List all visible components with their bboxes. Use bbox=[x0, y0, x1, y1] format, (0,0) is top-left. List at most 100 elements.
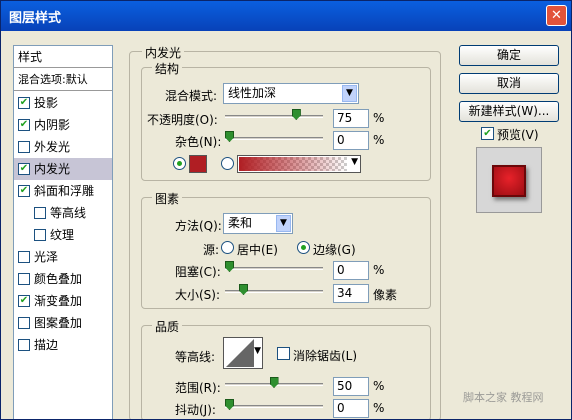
antialias-checkbox[interactable] bbox=[277, 347, 290, 360]
style-item-10[interactable]: 图案叠加 bbox=[14, 312, 112, 334]
style-item-label: 等高线 bbox=[50, 206, 87, 220]
close-button[interactable]: ✕ bbox=[546, 5, 567, 26]
style-item-label: 颜色叠加 bbox=[34, 272, 83, 286]
style-item-5[interactable]: 等高线 bbox=[14, 202, 112, 224]
jitter-label: 抖动(J): bbox=[175, 403, 216, 417]
jitter-slider-track[interactable] bbox=[225, 405, 323, 408]
quality-title: 品质 bbox=[152, 318, 183, 335]
blend-mode-value: 线性加深 bbox=[228, 86, 277, 100]
chevron-down-icon: ▼ bbox=[351, 157, 358, 167]
cancel-button[interactable]: 取消 bbox=[459, 73, 559, 94]
style-preview-box bbox=[476, 147, 542, 213]
style-item-checkbox[interactable]: ✔ bbox=[18, 119, 30, 131]
style-item-checkbox[interactable] bbox=[18, 339, 30, 351]
style-item-checkbox[interactable]: ✔ bbox=[18, 185, 30, 197]
style-item-checkbox[interactable] bbox=[34, 229, 46, 241]
style-item-checkbox[interactable] bbox=[18, 273, 30, 285]
jitter-input[interactable]: 0 bbox=[333, 399, 369, 418]
opacity-label: 不透明度(O): bbox=[147, 113, 218, 127]
noise-label: 杂色(N): bbox=[175, 135, 222, 149]
style-item-4[interactable]: ✔ 斜面和浮雕 bbox=[14, 180, 112, 202]
range-label: 范围(R): bbox=[175, 381, 221, 395]
chevron-down-icon: ▼ bbox=[342, 85, 357, 102]
opacity-slider-track[interactable] bbox=[225, 115, 323, 118]
style-item-9[interactable]: ✔ 渐变叠加 bbox=[14, 290, 112, 312]
method-label: 方法(Q): bbox=[175, 219, 222, 233]
elements-title: 图素 bbox=[152, 190, 183, 207]
style-item-0[interactable]: ✔ 投影 bbox=[14, 92, 112, 114]
noise-input[interactable]: 0 bbox=[333, 131, 369, 150]
window-title: 图层样式 bbox=[9, 11, 62, 26]
glow-color-swatch[interactable] bbox=[189, 155, 207, 173]
style-item-label: 光泽 bbox=[34, 250, 59, 264]
source-center-label: 居中(E) bbox=[237, 243, 278, 257]
method-value: 柔和 bbox=[228, 216, 253, 230]
jitter-percent: % bbox=[373, 401, 385, 415]
ok-button[interactable]: 确定 bbox=[459, 45, 559, 66]
style-item-3[interactable]: ✔ 内发光 bbox=[14, 158, 112, 180]
choke-percent: % bbox=[373, 263, 385, 277]
watermark: 脚本之家 教程网 bbox=[463, 391, 544, 404]
range-percent: % bbox=[373, 379, 385, 393]
style-item-checkbox[interactable] bbox=[18, 317, 30, 329]
style-item-1[interactable]: ✔ 内阴影 bbox=[14, 114, 112, 136]
blend-options-item[interactable]: 混合选项:默认 bbox=[14, 69, 112, 91]
method-select[interactable]: 柔和 ▼ bbox=[223, 213, 293, 234]
contour-picker[interactable]: ▼ bbox=[223, 337, 263, 369]
layer-style-dialog: 图层样式 ✕ 样式 混合选项:默认 ✔ 投影 ✔ 内阴影外发光 ✔ 内发光 ✔ 斜面和浮雕等高… bbox=[0, 0, 572, 420]
style-item-8[interactable]: 颜色叠加 bbox=[14, 268, 112, 290]
choke-slider-track[interactable] bbox=[225, 267, 323, 270]
range-input[interactable]: 50 bbox=[333, 377, 369, 396]
style-item-checkbox[interactable] bbox=[18, 251, 30, 263]
style-item-checkbox[interactable]: ✔ bbox=[18, 163, 30, 175]
size-input[interactable]: 34 bbox=[333, 284, 369, 303]
inner-glow-title: 内发光 bbox=[142, 44, 185, 61]
source-label: 源: bbox=[203, 243, 220, 257]
noise-percent: % bbox=[373, 133, 385, 147]
style-item-6[interactable]: 纹理 bbox=[14, 224, 112, 246]
choke-label: 阻塞(C): bbox=[175, 265, 221, 279]
size-label: 大小(S): bbox=[175, 288, 221, 302]
style-item-label: 描边 bbox=[34, 338, 59, 352]
choke-input[interactable]: 0 bbox=[333, 261, 369, 280]
chevron-down-icon: ▼ bbox=[254, 346, 261, 356]
style-item-7[interactable]: 光泽 bbox=[14, 246, 112, 268]
chevron-down-icon: ▼ bbox=[276, 215, 291, 232]
preview-checkbox[interactable]: ✔ bbox=[481, 127, 494, 140]
source-edge-radio[interactable] bbox=[297, 241, 310, 254]
style-item-checkbox[interactable] bbox=[34, 207, 46, 219]
style-item-11[interactable]: 描边 bbox=[14, 334, 112, 356]
opacity-percent: % bbox=[373, 111, 385, 125]
style-item-checkbox[interactable]: ✔ bbox=[18, 295, 30, 307]
style-item-checkbox[interactable] bbox=[18, 141, 30, 153]
opacity-input[interactable]: 75 bbox=[333, 109, 369, 128]
style-item-label: 投影 bbox=[34, 96, 59, 110]
style-item-label: 外发光 bbox=[34, 140, 71, 154]
noise-slider-track[interactable] bbox=[225, 137, 323, 140]
new-style-button[interactable]: 新建样式(W)... bbox=[459, 101, 559, 122]
source-edge-label: 边缘(G) bbox=[313, 243, 356, 257]
contour-curve-icon bbox=[226, 339, 254, 367]
gradient-preview bbox=[239, 157, 347, 171]
style-item-label: 斜面和浮雕 bbox=[34, 184, 95, 198]
styles-header[interactable]: 样式 bbox=[14, 46, 112, 68]
gradient-radio[interactable] bbox=[221, 157, 234, 170]
contour-label: 等高线: bbox=[175, 350, 216, 364]
style-item-label: 图案叠加 bbox=[34, 316, 83, 330]
solid-color-radio[interactable] bbox=[173, 157, 186, 170]
blend-mode-select[interactable]: 线性加深 ▼ bbox=[223, 83, 359, 104]
preview-label: 预览(V) bbox=[497, 128, 539, 142]
style-item-checkbox[interactable]: ✔ bbox=[18, 97, 30, 109]
blend-mode-label: 混合模式: bbox=[165, 89, 218, 103]
style-preview-swatch bbox=[492, 165, 526, 197]
gradient-picker[interactable]: ▼ bbox=[237, 155, 361, 173]
style-item-label: 内阴影 bbox=[34, 118, 71, 132]
structure-title: 结构 bbox=[152, 60, 183, 77]
antialias-label: 消除锯齿(L) bbox=[293, 349, 358, 363]
style-item-label: 内发光 bbox=[34, 162, 71, 176]
style-item-2[interactable]: 外发光 bbox=[14, 136, 112, 158]
style-item-label: 纹理 bbox=[50, 228, 75, 242]
styles-list: 样式 混合选项:默认 ✔ 投影 ✔ 内阴影外发光 ✔ 内发光 ✔ 斜面和浮雕等高线纹理光泽颜色… bbox=[13, 45, 113, 419]
title-bar: 图层样式 ✕ bbox=[1, 1, 571, 31]
source-center-radio[interactable] bbox=[221, 241, 234, 254]
